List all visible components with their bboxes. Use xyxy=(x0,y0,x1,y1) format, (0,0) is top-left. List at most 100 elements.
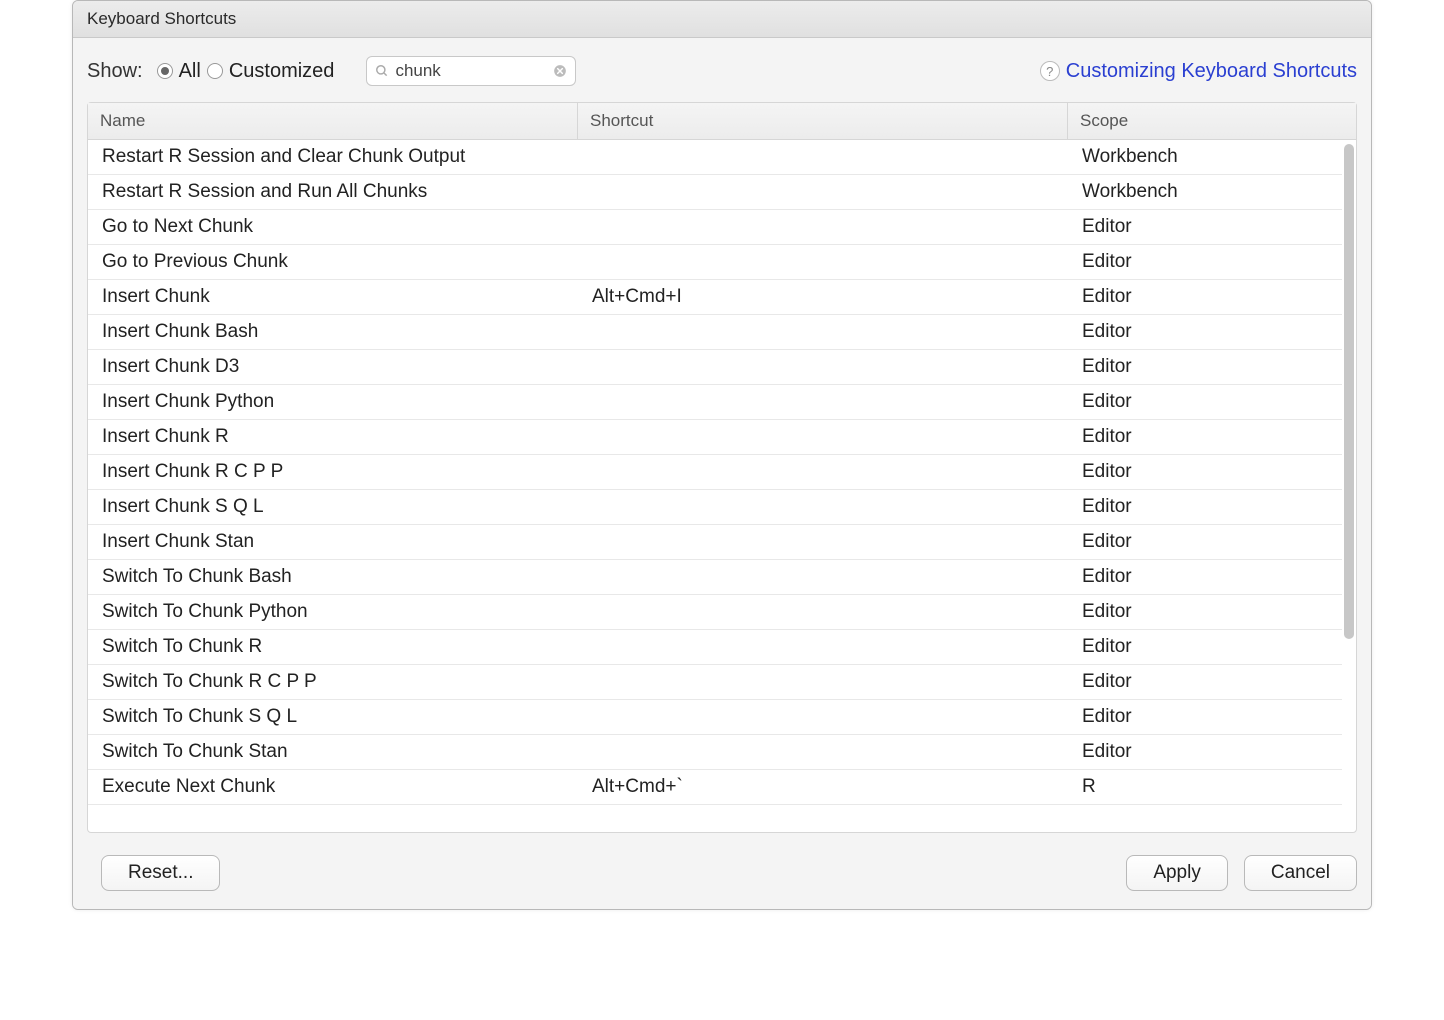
cell-shortcut[interactable] xyxy=(578,420,1068,454)
table-row[interactable]: Go to Next ChunkEditor xyxy=(88,210,1342,245)
toolbar-left: Show: All Customized xyxy=(87,56,576,86)
scroll-thumb[interactable] xyxy=(1344,144,1354,639)
table-row[interactable]: Insert Chunk BashEditor xyxy=(88,315,1342,350)
help-icon[interactable]: ? xyxy=(1040,61,1060,81)
cell-shortcut[interactable] xyxy=(578,700,1068,734)
table-row[interactable]: Insert Chunk R C P P Editor xyxy=(88,455,1342,490)
cell-name: Insert Chunk R xyxy=(88,420,578,454)
cell-shortcut[interactable] xyxy=(578,665,1068,699)
keyboard-shortcuts-dialog: Keyboard Shortcuts Show: All Customized xyxy=(72,0,1372,910)
table-body: Restart R Session and Clear Chunk Output… xyxy=(88,140,1342,832)
cell-shortcut[interactable] xyxy=(578,560,1068,594)
table-row[interactable]: Execute Next ChunkAlt+Cmd+`R xyxy=(88,770,1342,805)
button-group-right: Apply Cancel xyxy=(1126,855,1357,891)
radio-all-label: All xyxy=(179,60,201,83)
cell-name: Restart R Session and Clear Chunk Output xyxy=(88,140,578,174)
table-row[interactable]: Switch To Chunk R Editor xyxy=(88,630,1342,665)
cell-name: Go to Previous Chunk xyxy=(88,245,578,279)
show-radio-group: All Customized xyxy=(157,60,335,83)
radio-customized-label: Customized xyxy=(229,60,335,83)
cancel-button[interactable]: Cancel xyxy=(1244,855,1357,891)
reset-button[interactable]: Reset... xyxy=(101,855,220,891)
table-row[interactable]: Insert ChunkAlt+Cmd+IEditor xyxy=(88,280,1342,315)
toolbar: Show: All Customized xyxy=(73,38,1371,102)
cell-shortcut[interactable] xyxy=(578,385,1068,419)
cell-shortcut[interactable] xyxy=(578,490,1068,524)
radio-all[interactable]: All xyxy=(157,60,201,83)
cell-scope: Editor xyxy=(1068,630,1342,664)
cell-shortcut[interactable] xyxy=(578,140,1068,174)
cell-scope: Editor xyxy=(1068,420,1342,454)
cell-scope: Editor xyxy=(1068,595,1342,629)
cell-scope: Editor xyxy=(1068,490,1342,524)
cell-shortcut[interactable] xyxy=(578,455,1068,489)
radio-customized[interactable]: Customized xyxy=(207,60,335,83)
table-header: Name Shortcut Scope xyxy=(88,103,1356,140)
cell-shortcut[interactable] xyxy=(578,210,1068,244)
table-row[interactable]: Switch To Chunk StanEditor xyxy=(88,735,1342,770)
cell-name: Switch To Chunk R C P P xyxy=(88,665,578,699)
cell-name: Switch To Chunk Stan xyxy=(88,735,578,769)
table-row[interactable]: Insert Chunk StanEditor xyxy=(88,525,1342,560)
clear-search-icon[interactable] xyxy=(553,64,567,78)
cell-scope: Workbench xyxy=(1068,175,1342,209)
cell-shortcut[interactable] xyxy=(578,595,1068,629)
cell-shortcut[interactable] xyxy=(578,525,1068,559)
cell-shortcut[interactable] xyxy=(578,245,1068,279)
cell-name: Switch To Chunk R xyxy=(88,630,578,664)
column-header-scope[interactable]: Scope xyxy=(1068,103,1356,139)
table-row[interactable]: Restart R Session and Run All ChunksWork… xyxy=(88,175,1342,210)
table-body-wrap: Restart R Session and Clear Chunk Output… xyxy=(88,140,1356,832)
cell-name: Switch To Chunk Bash xyxy=(88,560,578,594)
column-header-name[interactable]: Name xyxy=(88,103,578,139)
cell-scope: Editor xyxy=(1068,210,1342,244)
show-label: Show: xyxy=(87,60,143,83)
dialog-title: Keyboard Shortcuts xyxy=(73,1,1371,38)
cell-scope: Editor xyxy=(1068,665,1342,699)
cell-shortcut[interactable] xyxy=(578,735,1068,769)
table-row[interactable]: Insert Chunk Python Editor xyxy=(88,385,1342,420)
apply-button[interactable]: Apply xyxy=(1126,855,1228,891)
cell-scope: Editor xyxy=(1068,350,1342,384)
table-row[interactable]: Insert Chunk R Editor xyxy=(88,420,1342,455)
table-row[interactable]: Restart R Session and Clear Chunk Output… xyxy=(88,140,1342,175)
radio-icon xyxy=(157,63,173,79)
search-input[interactable] xyxy=(389,59,553,83)
cell-name: Switch To Chunk S Q L xyxy=(88,700,578,734)
table-row[interactable]: Go to Previous ChunkEditor xyxy=(88,245,1342,280)
cell-scope: Editor xyxy=(1068,700,1342,734)
search-box[interactable] xyxy=(366,56,576,86)
cell-shortcut[interactable] xyxy=(578,630,1068,664)
cell-shortcut[interactable] xyxy=(578,315,1068,349)
toolbar-right: ? Customizing Keyboard Shortcuts xyxy=(1040,60,1357,83)
cell-scope: R xyxy=(1068,770,1342,804)
radio-icon xyxy=(207,63,223,79)
table-row[interactable]: Insert Chunk S Q L Editor xyxy=(88,490,1342,525)
cell-name: Insert Chunk Stan xyxy=(88,525,578,559)
search-icon xyxy=(375,64,389,78)
cell-scope: Editor xyxy=(1068,385,1342,419)
table-row[interactable]: Switch To Chunk S Q L Editor xyxy=(88,700,1342,735)
cell-name: Insert Chunk S Q L xyxy=(88,490,578,524)
cell-scope: Editor xyxy=(1068,560,1342,594)
help-link[interactable]: Customizing Keyboard Shortcuts xyxy=(1066,60,1357,83)
cell-shortcut[interactable] xyxy=(578,175,1068,209)
cell-scope: Editor xyxy=(1068,315,1342,349)
cell-name: Insert Chunk D3 xyxy=(88,350,578,384)
cell-scope: Editor xyxy=(1068,455,1342,489)
cell-shortcut[interactable]: Alt+Cmd+I xyxy=(578,280,1068,314)
table-row[interactable]: Switch To Chunk PythonEditor xyxy=(88,595,1342,630)
cell-scope: Editor xyxy=(1068,280,1342,314)
button-bar: Reset... Apply Cancel xyxy=(73,833,1371,909)
cell-name: Execute Next Chunk xyxy=(88,770,578,804)
shortcuts-table: Name Shortcut Scope Restart R Session an… xyxy=(87,102,1357,833)
scrollbar[interactable] xyxy=(1342,140,1356,832)
column-header-shortcut[interactable]: Shortcut xyxy=(578,103,1068,139)
table-row[interactable]: Insert Chunk D3 Editor xyxy=(88,350,1342,385)
cell-shortcut[interactable] xyxy=(578,350,1068,384)
table-row[interactable]: Switch To Chunk Bash Editor xyxy=(88,560,1342,595)
table-row[interactable]: Switch To Chunk R C P P Editor xyxy=(88,665,1342,700)
cell-shortcut[interactable]: Alt+Cmd+` xyxy=(578,770,1068,804)
cell-name: Insert Chunk R C P P xyxy=(88,455,578,489)
cell-name: Insert Chunk Python xyxy=(88,385,578,419)
